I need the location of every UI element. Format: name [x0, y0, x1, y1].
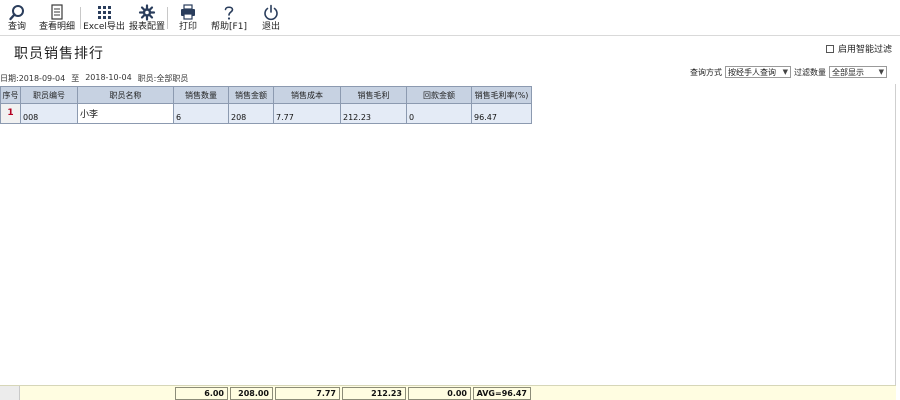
smart-filter-checkbox[interactable]: [825, 44, 834, 53]
cell-refund[interactable]: 0: [406, 103, 472, 124]
footer-seq-cell: [0, 386, 20, 400]
chevron-down-icon: ▼: [782, 68, 788, 76]
cell-amount[interactable]: 208: [228, 103, 274, 124]
table-row[interactable]: 1 008 小李 6 208 7.77 212.23 0 96.47: [0, 103, 532, 124]
col-header-cost[interactable]: 销售成本: [273, 86, 341, 104]
col-header-profit[interactable]: 销售毛利: [340, 86, 407, 104]
help-button[interactable]: 帮助[F1]: [208, 0, 250, 36]
sales-ranking-table: 序号 职员编号 职员名称 销售数量 销售金额 销售成本 销售毛利 回款金额 销售…: [0, 86, 532, 124]
query-mode-select[interactable]: 按经手人查询 ▼: [725, 66, 791, 78]
document-icon: [51, 4, 63, 20]
app-window: 查询 查看明细 Excel导出 报表配置 打印 帮助[F1] 退出 职员销售排行…: [0, 0, 900, 400]
total-refund: 0.00: [408, 387, 471, 400]
query-label: 查询: [7, 22, 26, 32]
end-date-text: 2018-10-04: [85, 73, 132, 82]
chevron-down-icon: ▼: [878, 68, 884, 76]
col-header-amount[interactable]: 销售金额: [228, 86, 274, 104]
col-header-qty[interactable]: 销售数量: [173, 86, 229, 104]
query-summary: 日期:2018-09-04 至 2018-10-04 职员:全部职员: [0, 73, 188, 84]
total-margin: AVG=96.47: [473, 387, 531, 400]
smart-filter-label: 启用智能过滤: [837, 45, 892, 55]
cell-cost[interactable]: 7.77: [273, 103, 341, 124]
help-label: 帮助[F1]: [211, 22, 247, 32]
query-button[interactable]: 查询: [0, 0, 34, 36]
excel-export-label: Excel导出: [83, 22, 125, 32]
filter-count-value: 全部显示: [832, 67, 864, 77]
page-title: 职员销售排行: [14, 46, 104, 62]
col-header-code[interactable]: 职员编号: [20, 86, 78, 104]
employee-filter-text: 职员:全部职员: [137, 74, 189, 83]
gear-icon: [138, 4, 156, 21]
col-header-seq[interactable]: 序号: [0, 86, 21, 104]
report-config-label: 报表配置: [128, 22, 165, 32]
total-qty: 6.00: [175, 387, 228, 400]
report-config-button[interactable]: 报表配置: [127, 0, 167, 36]
totals-footer: 6.00 208.00 7.77 212.23 0.00 AVG=96.47: [0, 385, 896, 400]
query-mode-label: 查询方式: [690, 67, 722, 77]
cell-profit[interactable]: 212.23: [340, 103, 407, 124]
print-label: 打印: [178, 22, 197, 32]
table-header-row: 序号 职员编号 职员名称 销售数量 销售金额 销售成本 销售毛利 回款金额 销售…: [0, 86, 532, 104]
filter-count-select[interactable]: 全部显示 ▼: [829, 66, 887, 78]
query-mode-value: 按经手人查询: [728, 67, 776, 77]
toolbar: 查询 查看明细 Excel导出 报表配置 打印 帮助[F1] 退出: [0, 0, 900, 36]
grid-area: [0, 84, 896, 400]
cell-name[interactable]: 小李: [77, 103, 174, 124]
col-header-margin[interactable]: 销售毛利率(%): [471, 86, 532, 104]
start-date-text: 日期:2018-09-04: [0, 74, 66, 83]
printer-icon: [181, 4, 195, 20]
question-icon: [224, 6, 234, 20]
col-header-refund[interactable]: 回款金额: [406, 86, 472, 104]
grid-icon: [98, 6, 111, 19]
exit-label: 退出: [261, 22, 280, 32]
view-details-button[interactable]: 查看明细: [34, 0, 80, 36]
view-details-label: 查看明细: [38, 22, 75, 32]
total-profit: 212.23: [342, 387, 406, 400]
power-icon: [264, 4, 278, 21]
filter-count-label: 过滤数量: [794, 67, 826, 77]
total-amount: 208.00: [230, 387, 273, 400]
to-text: 至: [71, 74, 80, 83]
col-header-name[interactable]: 职员名称: [77, 86, 174, 104]
query-options: 查询方式 按经手人查询 ▼ 过滤数量 全部显示 ▼: [690, 66, 890, 78]
cell-margin[interactable]: 96.47: [471, 103, 532, 124]
cell-qty[interactable]: 6: [173, 103, 229, 124]
total-cost: 7.77: [275, 387, 340, 400]
exit-button[interactable]: 退出: [250, 0, 292, 36]
excel-export-button[interactable]: Excel导出: [81, 0, 127, 36]
cell-code[interactable]: 008: [20, 103, 78, 124]
smart-filter-toggle[interactable]: 启用智能过滤: [825, 42, 892, 55]
search-icon: [9, 5, 24, 21]
row-seq: 1: [0, 103, 21, 124]
print-button[interactable]: 打印: [168, 0, 208, 36]
